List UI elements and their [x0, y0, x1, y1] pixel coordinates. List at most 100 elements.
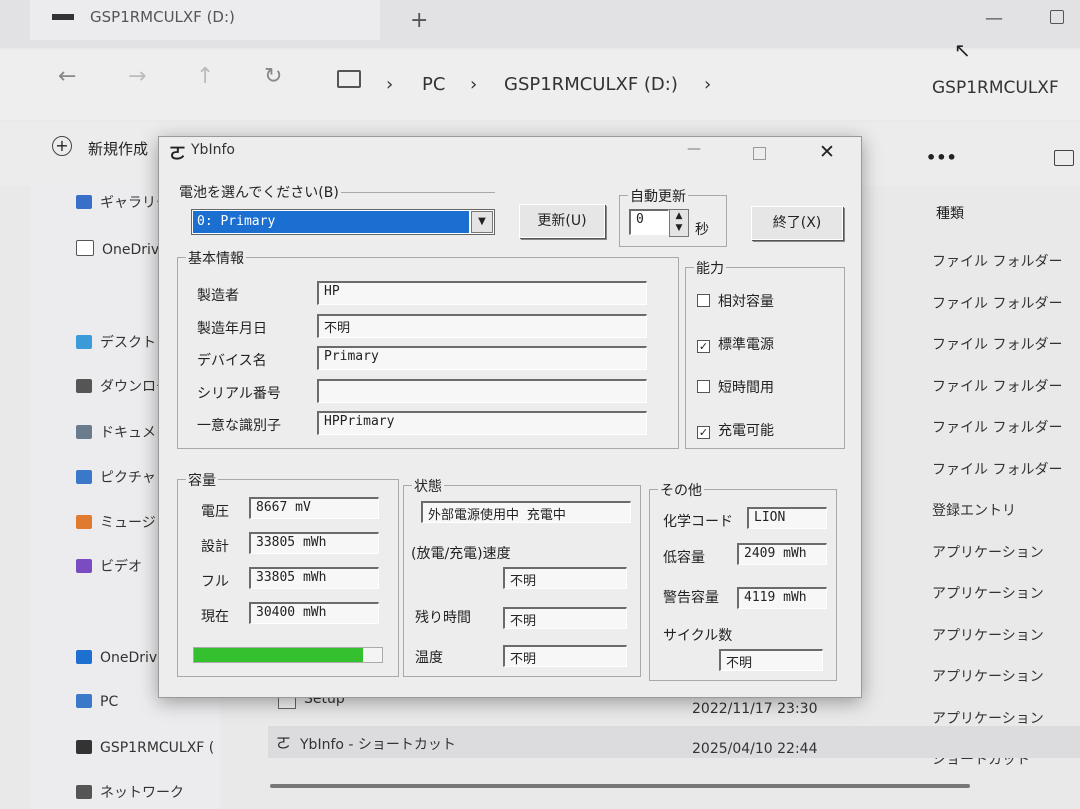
- file-row-date: 2025/04/10 22:44: [692, 741, 818, 757]
- battery-dropdown-value: 0: Primary: [193, 211, 469, 233]
- seconds-unit: 秒: [695, 222, 709, 238]
- basic-info-row-value: HPPrimary: [317, 411, 647, 435]
- folder-icon: [76, 515, 92, 529]
- cycle-count-field: 不明: [719, 649, 823, 671]
- temperature-field: 不明: [503, 645, 627, 667]
- folder-icon: [76, 335, 92, 349]
- capability-item[interactable]: 相対容量: [697, 291, 774, 311]
- type-cell: ファイル フォルダー: [932, 254, 1063, 270]
- folder-icon: [76, 240, 94, 256]
- basic-info-row-value: HP: [317, 281, 647, 305]
- maximize-icon[interactable]: [1050, 10, 1064, 24]
- type-cell: ファイル フォルダー: [932, 461, 1063, 478]
- capability-item[interactable]: 短時間用: [697, 377, 774, 397]
- forward-icon[interactable]: →: [128, 64, 146, 89]
- minimize-icon[interactable]: —: [687, 141, 701, 157]
- breadcrumb-chevron-icon: ›: [704, 74, 712, 95]
- capacity-row-label: 現在: [201, 609, 229, 625]
- chemistry-field: LION: [747, 507, 827, 529]
- cycle-count-label: サイクル数: [663, 628, 733, 644]
- type-cell: ファイル フォルダー: [932, 295, 1063, 312]
- capacity-row-value: 33805 mWh: [249, 567, 379, 589]
- checkbox[interactable]: [697, 294, 710, 307]
- folder-icon: [76, 425, 92, 439]
- close-icon[interactable]: ✕: [819, 141, 835, 163]
- file-row-date: 2022/11/17 23:30: [692, 701, 818, 717]
- sidebar-item-label: OneDrive: [100, 650, 166, 666]
- battery-dropdown[interactable]: 0: Primary ▼: [191, 209, 495, 235]
- basic-info-row-value: Primary: [317, 346, 647, 370]
- checkbox[interactable]: [697, 380, 710, 393]
- status-state-field: 外部電源使用中 充電中: [421, 501, 631, 523]
- rate-field: 不明: [503, 567, 627, 589]
- ybinfo-icon: ㄛ: [276, 734, 292, 752]
- sidebar-item-label: GSP1RMCULXF (: [100, 740, 215, 756]
- folder-icon: [76, 195, 92, 209]
- back-icon[interactable]: ←: [58, 64, 76, 89]
- chemistry-label: 化学コード: [663, 514, 733, 530]
- ybinfo-dialog: ㄛ YbInfo — ✕ 電池を選んでください(B) 0: Primary ▼ …: [158, 136, 862, 698]
- folder-icon: [76, 650, 92, 664]
- sidebar-item[interactable]: OneDrive: [76, 650, 166, 666]
- minimize-icon[interactable]: —: [985, 8, 1003, 29]
- sidebar-item-label: PC: [100, 694, 119, 710]
- breadcrumb-drive[interactable]: GSP1RMCULXF (D:): [504, 74, 678, 95]
- type-cell: アプリケーション: [932, 544, 1044, 561]
- new-tab-button[interactable]: +: [410, 8, 428, 33]
- sidebar-item[interactable]: ビデオ: [76, 556, 142, 576]
- chevron-down-icon[interactable]: ▼: [471, 211, 493, 233]
- checkbox[interactable]: ✓: [697, 426, 710, 439]
- basic-info-row-label: 一意な識別子: [197, 418, 281, 434]
- breadcrumb-pc[interactable]: PC: [422, 74, 445, 95]
- capability-label: 能力: [694, 258, 726, 278]
- horizontal-scrollbar[interactable]: [270, 784, 970, 788]
- capability-item[interactable]: ✓ 充電可能: [697, 420, 774, 440]
- charge-level-fill: [194, 648, 364, 662]
- exit-button[interactable]: 終了(X): [751, 206, 843, 240]
- refresh-button[interactable]: 更新(U): [519, 204, 605, 238]
- other-label: その他: [658, 480, 704, 500]
- capacity-row-value: 8667 mV: [249, 497, 379, 519]
- temperature-label: 温度: [415, 650, 443, 666]
- sidebar-item[interactable]: ピクチャ: [76, 467, 156, 487]
- capability-item-label: 短時間用: [718, 380, 774, 396]
- capacity-row-label: フル: [201, 574, 229, 590]
- auto-update-spinner[interactable]: ▲ ▼: [669, 209, 689, 237]
- type-cell: アプリケーション: [932, 586, 1044, 602]
- refresh-icon[interactable]: ↻: [264, 64, 282, 89]
- more-button[interactable]: •••: [926, 148, 957, 167]
- folder-icon: [76, 559, 92, 573]
- drive-icon: [52, 14, 74, 20]
- new-plus-icon: +: [52, 136, 72, 156]
- type-cell: ファイル フォルダー: [932, 378, 1063, 395]
- column-header-type[interactable]: 種類: [936, 203, 964, 223]
- new-button[interactable]: 新規作成: [88, 138, 148, 159]
- warning-capacity-label: 警告容量: [663, 590, 719, 606]
- auto-update-input[interactable]: 0: [629, 209, 669, 235]
- folder-icon: [76, 470, 92, 484]
- file-row-name[interactable]: YbInfo - ショートカット: [300, 734, 456, 754]
- sidebar-item[interactable]: ギャラリー: [76, 192, 170, 212]
- sidebar-item[interactable]: GSP1RMCULXF (: [76, 740, 214, 756]
- low-capacity-label: 低容量: [663, 550, 705, 566]
- checkbox[interactable]: ✓: [697, 340, 710, 353]
- capacity-label: 容量: [186, 470, 218, 490]
- capability-item[interactable]: ✓ 標準電源: [697, 334, 774, 354]
- capability-item-label: 相対容量: [718, 294, 774, 310]
- details-pane-icon[interactable]: [1054, 150, 1074, 166]
- sidebar-item[interactable]: ネットワーク: [76, 782, 184, 802]
- folder-icon: [76, 694, 92, 708]
- sidebar-item[interactable]: OneDrive: [76, 240, 168, 258]
- mouse-cursor-icon: ↖: [954, 38, 971, 62]
- low-capacity-field: 2409 mWh: [737, 543, 827, 565]
- remaining-label: 残り時間: [415, 610, 471, 626]
- maximize-icon[interactable]: [753, 147, 766, 160]
- capacity-row-value: 33805 mWh: [249, 532, 379, 554]
- sidebar-item[interactable]: PC: [76, 694, 118, 710]
- basic-info-row-value: [317, 378, 647, 403]
- capacity-row-label: 電圧: [201, 504, 229, 520]
- basic-info-row-label: 製造年月日: [197, 320, 267, 337]
- battery-select-group: 電池を選んでください(B): [177, 182, 495, 202]
- sidebar-item-label: ビデオ: [100, 559, 142, 575]
- up-icon[interactable]: ↑: [196, 64, 214, 89]
